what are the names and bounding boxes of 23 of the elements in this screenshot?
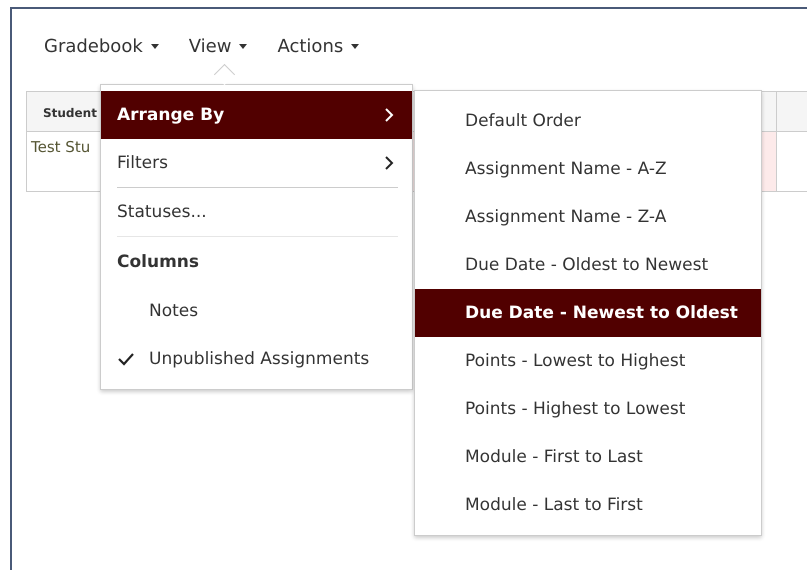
menu-item[interactable]: Statuses... [101, 188, 412, 236]
toolbar-menu-button[interactable]: Gradebook [44, 33, 159, 59]
menu-item[interactable]: Points - Lowest to Highest [415, 337, 761, 385]
toolbar-menu-button[interactable]: Actions [277, 33, 360, 59]
menu-item[interactable]: Arrange By [101, 91, 412, 139]
menu-item[interactable]: Filters [101, 139, 412, 187]
caret-icon [239, 44, 248, 48]
chevron-right-icon [384, 107, 394, 123]
menu-item[interactable]: Assignment Name - A-Z [415, 145, 761, 193]
caret-icon [150, 44, 159, 48]
menu-item[interactable]: Module - First to Last [415, 433, 761, 481]
menu-item[interactable]: Module - Last to First [415, 481, 761, 529]
menu-section-header: Columns [116, 251, 200, 274]
caret-icon [351, 44, 360, 48]
checkmark-icon [117, 352, 135, 366]
menu-item[interactable]: Due Date - Newest to Oldest [415, 289, 761, 337]
menu-item[interactable]: Points - Highest to Lowest [415, 385, 761, 433]
chevron-right-icon [384, 155, 394, 171]
menu-item[interactable]: Default Order [415, 97, 761, 145]
menu-item[interactable]: Notes [149, 301, 198, 321]
menu-item[interactable]: Assignment Name - Z-A [415, 193, 761, 241]
menu-item[interactable]: Due Date - Oldest to Newest [415, 241, 761, 289]
menu-item[interactable]: Unpublished Assignments [149, 349, 370, 369]
